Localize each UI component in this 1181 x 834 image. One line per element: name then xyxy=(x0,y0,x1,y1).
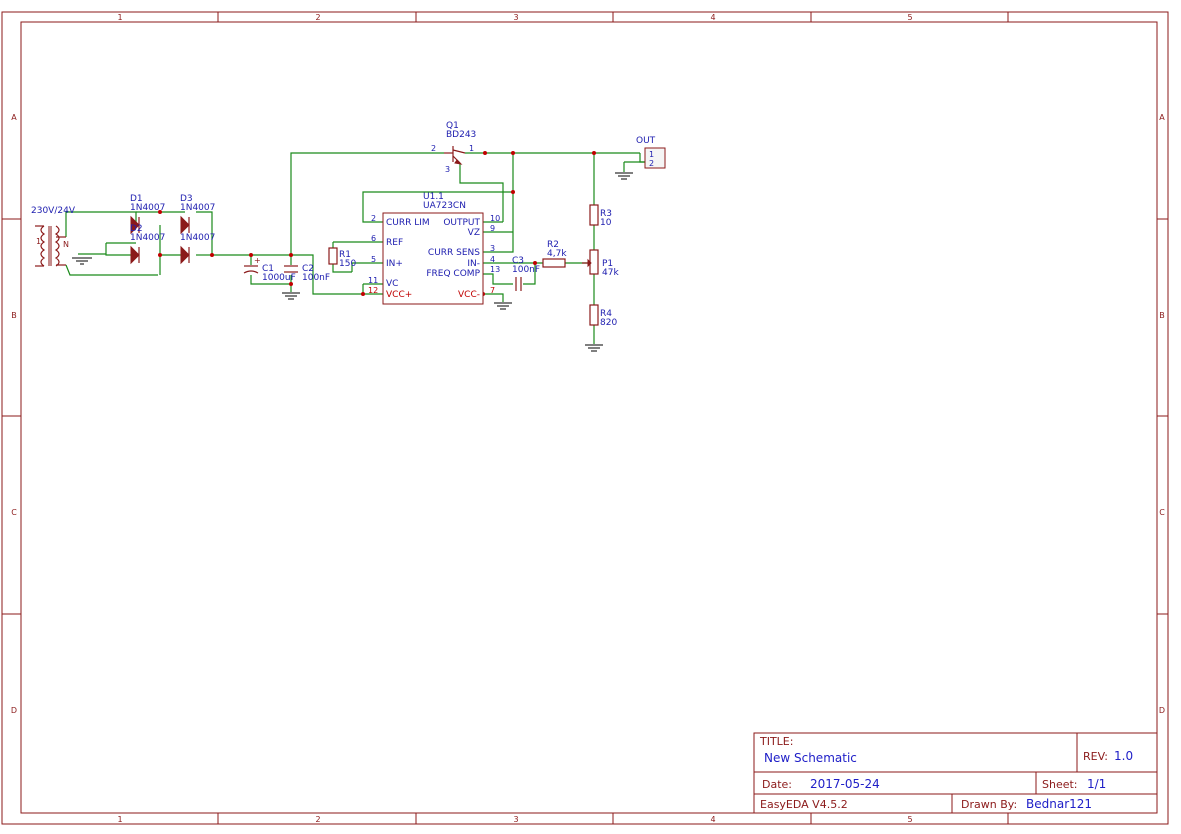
u1-pin-name: OUTPUT xyxy=(443,218,480,228)
potentiometer-p1: P1 47k xyxy=(582,249,619,278)
out-ref: OUT xyxy=(636,136,656,146)
u1-pin-name: CURR LIM xyxy=(386,218,430,228)
frame-row-label: C xyxy=(11,508,17,517)
u1-pin-name: IN+ xyxy=(386,259,403,269)
transformer-pin-label: 1 xyxy=(36,237,41,246)
r4-value: 820 xyxy=(600,318,617,328)
frame-row-label: D xyxy=(11,706,17,715)
u1-pin-num: 5 xyxy=(371,255,376,264)
out-pin1: 1 xyxy=(649,150,654,159)
transformer-label: 230V/24V xyxy=(31,206,76,216)
d2-value: 1N4007 xyxy=(130,233,165,243)
r3-value: 10 xyxy=(600,218,612,228)
sheet-label: Sheet: xyxy=(1042,778,1078,791)
title-label: TITLE: xyxy=(759,735,793,748)
u1-pin-name: VC xyxy=(386,279,398,289)
u1-pin-name: VCC+ xyxy=(386,290,412,300)
out-pin2: 2 xyxy=(649,159,654,168)
resistor-r2: R2 4,7k xyxy=(542,240,567,268)
frame-row-label: B xyxy=(11,311,17,320)
frame-col-label: 1 xyxy=(117,13,122,22)
u1-pin-name: VZ xyxy=(468,228,480,238)
u1-pin-num: 9 xyxy=(490,224,495,233)
u1-pin-name: IN- xyxy=(467,259,480,269)
diode-d4: 1N4007 xyxy=(180,233,215,265)
title-value: New Schematic xyxy=(764,751,857,765)
drawing-frame: 1 2 3 4 5 1 2 3 4 5 A B C D A B C D xyxy=(1,11,1169,825)
u1-pin-num: 10 xyxy=(490,214,500,223)
frame-col-label: 5 xyxy=(907,13,912,22)
r1-value: 150 xyxy=(339,259,356,269)
transistor-q1: Q1 BD243 2 1 3 xyxy=(431,121,476,174)
date-value: 2017-05-24 xyxy=(810,777,880,791)
frame-row-label: D xyxy=(1159,706,1165,715)
u1-pin-name: REF xyxy=(386,238,403,248)
frame-row-label: A xyxy=(1159,113,1165,122)
frame-col-label: 4 xyxy=(710,13,715,22)
frame-col-label: 4 xyxy=(710,815,715,824)
u1-pin-num: 13 xyxy=(490,265,500,274)
u1-pin-name: FREQ COMP xyxy=(426,269,480,279)
q1-pin-collector: 1 xyxy=(469,144,474,153)
date-label: Date: xyxy=(762,778,792,791)
frame-col-label: 2 xyxy=(315,815,320,824)
rev-value: 1.0 xyxy=(1114,749,1133,763)
r2-value: 4,7k xyxy=(547,249,567,259)
u1-pin-num: 6 xyxy=(371,234,376,243)
schematic-sheet: 1 2 3 4 5 1 2 3 4 5 A B C D A B C D TITL… xyxy=(1,11,1169,825)
u1-pin-num: 2 xyxy=(371,214,376,223)
resistor-r4: R4 820 xyxy=(589,304,617,328)
frame-col-label: 1 xyxy=(117,815,122,824)
out-connector: OUT 1 2 xyxy=(636,136,666,169)
drawn-by-label: Drawn By: xyxy=(961,798,1017,811)
u1-pin-num: 3 xyxy=(490,244,495,253)
p1-value: 47k xyxy=(602,268,619,278)
u1-pin-name: VCC- xyxy=(458,290,480,300)
q1-value: BD243 xyxy=(446,130,476,140)
u1-pin-name: CURR SENS xyxy=(428,248,480,258)
frame-col-label: 3 xyxy=(513,13,518,22)
frame-col-label: 3 xyxy=(513,815,518,824)
frame-col-label: 5 xyxy=(907,815,912,824)
c3-value: 100nF xyxy=(512,265,540,275)
d4-value: 1N4007 xyxy=(180,233,215,243)
transformer-n-label: N xyxy=(63,240,69,249)
d3-value: 1N4007 xyxy=(180,203,215,213)
transformer: 230V/24V N 1 xyxy=(31,206,76,267)
u1-value: UA723CN xyxy=(423,201,466,211)
q1-pin-emitter: 3 xyxy=(445,165,450,174)
c1-polarity: + xyxy=(254,256,261,265)
rev-label: REV: xyxy=(1083,750,1108,763)
q1-pin-base: 2 xyxy=(431,144,436,153)
u1-pin-num: 11 xyxy=(368,276,378,285)
resistor-r3: R3 10 xyxy=(589,204,612,228)
c2-value: 100nF xyxy=(302,273,330,283)
sheet-value: 1/1 xyxy=(1087,777,1106,791)
frame-row-label: B xyxy=(1159,311,1165,320)
u1-pin-num: 4 xyxy=(490,255,495,264)
frame-col-label: 2 xyxy=(315,13,320,22)
frame-row-label: C xyxy=(1159,508,1165,517)
c1-value: 1000uF xyxy=(262,273,296,283)
drawn-by-value: Bednar121 xyxy=(1026,797,1092,811)
u1-pin-num: 12 xyxy=(368,286,378,295)
frame-row-label: A xyxy=(11,113,17,122)
capacitor-c1: + C1 1000uF xyxy=(243,256,296,283)
diode-d3: D3 1N4007 xyxy=(180,194,215,235)
software-label: EasyEDA V4.5.2 xyxy=(760,798,848,811)
d1-value: 1N4007 xyxy=(130,203,165,213)
ic-u1: U1.1 UA723CN 2 CURR LIM 6 REF 5 IN+ 11 V… xyxy=(368,192,500,305)
title-block: TITLE: New Schematic REV: 1.0 Date: 2017… xyxy=(753,732,1158,814)
u1-pin-num: 7 xyxy=(490,286,495,295)
